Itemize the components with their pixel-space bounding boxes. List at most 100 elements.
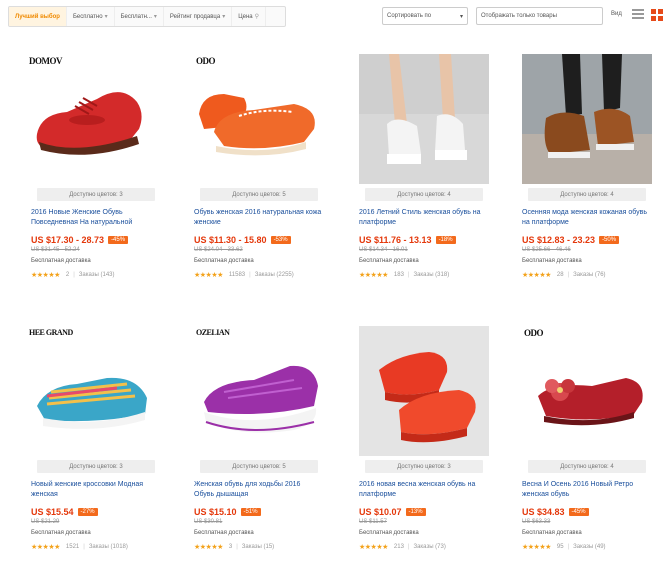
old-price: US $25.66 - 46.46 <box>522 247 571 253</box>
orders-count[interactable]: Заказы (143) <box>79 272 115 278</box>
brand-logo: OZELIAN <box>196 328 230 337</box>
price-row: US $15.10 -51% <box>194 506 322 518</box>
product-image[interactable] <box>27 54 157 184</box>
price-row: US $15.54 -27% <box>31 506 159 518</box>
filter-bar: Лучший выбор Бесплатно ▾ Бесплатн... ▾ Рей… <box>8 6 286 27</box>
free-shipping-label: Бесплатная доставка <box>194 258 254 264</box>
product-title[interactable]: Осенняя мода женская кожаная обувь на пл… <box>522 208 650 228</box>
rating-row: ★★★★★ 95 | Заказы (49) <box>522 542 650 552</box>
star-rating: ★★★★★ <box>194 272 223 279</box>
rating-count: 3 <box>228 544 233 550</box>
product-image[interactable] <box>522 326 652 456</box>
rating-row: ★★★★★ 28 | Заказы (76) <box>522 270 650 280</box>
old-price: US $30.81 <box>194 519 223 525</box>
star-rating: ★★★★★ <box>31 272 60 279</box>
colors-available-badge: Доступно цветов: 3 <box>37 460 155 473</box>
orders-count[interactable]: Заказы (1018) <box>89 544 128 550</box>
old-price: US $63.33 <box>522 519 551 525</box>
show-only-dropdown[interactable]: Отображать только товары <box>476 7 603 25</box>
chevron-down-icon: ▾ <box>222 14 226 20</box>
orders-count[interactable]: Заказы (2255) <box>255 272 294 278</box>
chevron-down-icon: ▾ <box>153 14 157 20</box>
old-price: US $24.04 - 33.62 <box>194 247 243 253</box>
orders-count[interactable]: Заказы (76) <box>573 272 605 278</box>
price-row: US $12.83 - 23.23 -50% <box>522 234 650 246</box>
colors-available-badge: Доступно цветов: 4 <box>528 460 646 473</box>
free-shipping-label: Бесплатная доставка <box>359 530 419 536</box>
separator: | <box>407 272 410 278</box>
free-shipping-label: Бесплатная доставка <box>359 258 419 264</box>
rating-row: ★★★★★ 1521 | Заказы (1018) <box>31 542 159 552</box>
product-title[interactable]: 2016 Летний Стиль женская обувь на платф… <box>359 208 487 228</box>
product-price: US $15.54 <box>31 507 74 517</box>
colors-available-badge: Доступно цветов: 4 <box>528 188 646 201</box>
product-title[interactable]: Обувь женская 2016 натуральная кожа женс… <box>194 208 322 228</box>
filter-free-returns[interactable]: Бесплатн... ▾ <box>115 7 164 26</box>
rating-count: 95 <box>556 544 564 550</box>
product-image[interactable] <box>359 326 489 456</box>
discount-badge: -13% <box>405 508 426 516</box>
old-price: US $14.34 - 16.01 <box>359 247 408 253</box>
product-card[interactable]: ODO Доступно цветов: 4 Весна И Осень 201… <box>490 326 652 566</box>
view-label: Вид <box>611 11 622 17</box>
product-card[interactable]: Доступно цветов: 3 2016 новая весна женс… <box>327 326 489 566</box>
rating-count: 183 <box>393 272 404 278</box>
orders-count[interactable]: Заказы (73) <box>413 544 445 550</box>
product-card[interactable]: Доступно цветов: 4 Осенняя мода женская … <box>490 54 652 294</box>
filter-best-choice[interactable]: Лучший выбор <box>9 7 67 26</box>
separator: | <box>567 272 570 278</box>
discount-badge: -18% <box>435 236 456 244</box>
product-price: US $12.83 - 23.23 <box>522 235 596 245</box>
rating-count: 28 <box>556 272 564 278</box>
free-shipping-label: Бесплатная доставка <box>31 258 91 264</box>
product-card[interactable]: DOMOV Доступно цветов: 3 2016 Новые Женс… <box>0 54 157 294</box>
toolbar: Лучший выбор Бесплатно ▾ Бесплатн... ▾ Рей… <box>0 0 670 32</box>
star-rating: ★★★★★ <box>194 544 223 551</box>
product-image[interactable] <box>359 54 489 184</box>
orders-count[interactable]: Заказы (15) <box>242 544 274 550</box>
star-rating: ★★★★★ <box>31 544 60 551</box>
chevron-down-icon: ▾ <box>459 13 463 20</box>
star-rating: ★★★★★ <box>359 272 388 279</box>
grid-view-icon[interactable] <box>651 9 663 21</box>
free-shipping-label: Бесплатная доставка <box>522 258 582 264</box>
filter-free-shipping[interactable]: Бесплатно ▾ <box>67 7 115 26</box>
sort-dropdown[interactable]: Сортировать по ▾ <box>382 7 468 25</box>
price-row: US $10.07 -13% <box>359 506 487 518</box>
product-image[interactable] <box>27 326 157 456</box>
orders-count[interactable]: Заказы (49) <box>573 544 605 550</box>
product-image[interactable] <box>522 54 652 184</box>
product-title[interactable]: 2016 новая весна женская обувь на платфо… <box>359 480 487 500</box>
price-row: US $34.83 -45% <box>522 506 650 518</box>
brand-logo: ODO <box>524 328 544 338</box>
star-rating: ★★★★★ <box>522 272 551 279</box>
old-price: US $31.45 - 52.24 <box>31 247 80 253</box>
filter-seller-rating[interactable]: Рейтинг продавца ▾ <box>164 7 233 26</box>
separator: | <box>83 544 85 550</box>
free-shipping-label: Бесплатная доставка <box>31 530 91 536</box>
separator: | <box>249 272 251 278</box>
product-title[interactable]: 2016 Новые Женские Обувь Повседневная На… <box>31 208 159 228</box>
separator: | <box>567 544 570 550</box>
location-pin-icon: ⚲ <box>254 14 260 20</box>
product-card[interactable]: OZELIAN Доступно цветов: 5 Женская обувь… <box>162 326 324 566</box>
product-price: US $15.10 <box>194 507 237 517</box>
old-price: US $21.29 <box>31 519 60 525</box>
rating-row: ★★★★★ 3 | Заказы (15) <box>194 542 322 552</box>
product-image[interactable] <box>194 54 324 184</box>
colors-available-badge: Доступно цветов: 5 <box>200 460 318 473</box>
product-title[interactable]: Весна И Осень 2016 Новый Ретро женская о… <box>522 480 650 500</box>
product-card[interactable]: ODO Доступно цветов: 5 Обувь женская 201… <box>162 54 324 294</box>
product-title[interactable]: Женская обувь для ходьбы 2016 Обувь дыша… <box>194 480 322 500</box>
filter-price[interactable]: Цена ⚲ <box>232 7 267 26</box>
rating-row: ★★★★★ 11583 | Заказы (2255) <box>194 270 322 280</box>
product-card[interactable]: HEE GRAND Доступно цветов: 3 Новый женск… <box>0 326 157 566</box>
separator: | <box>407 544 410 550</box>
rating-row: ★★★★★ 183 | Заказы (318) <box>359 270 487 280</box>
product-title[interactable]: Новый женские кроссовки Модная женская <box>31 480 159 500</box>
star-rating: ★★★★★ <box>359 544 388 551</box>
orders-count[interactable]: Заказы (318) <box>413 272 449 278</box>
list-view-icon[interactable] <box>632 9 644 21</box>
product-image[interactable] <box>194 326 324 456</box>
product-card[interactable]: Доступно цветов: 4 2016 Летний Стиль жен… <box>327 54 489 294</box>
